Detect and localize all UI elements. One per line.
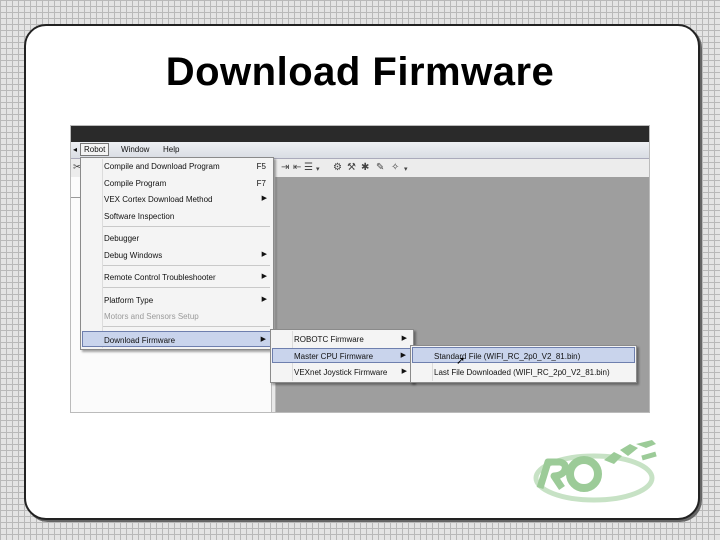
window-titlebar xyxy=(71,126,649,142)
align-left-icon[interactable]: ☰ xyxy=(304,162,313,173)
outdent-icon[interactable]: ⇤ xyxy=(293,162,301,173)
step-icon[interactable]: ⚒ xyxy=(347,162,356,173)
robot-menu: Compile and Download Program F5 Compile … xyxy=(80,157,274,350)
submenu-arrow-icon: ▶ xyxy=(261,296,267,303)
mouse-cursor-icon: ➚ xyxy=(456,355,466,367)
menu-edge-arrow-icon: ◂ xyxy=(73,145,78,154)
menu-item-master-cpu-firmware[interactable]: Master CPU Firmware ▶ xyxy=(272,348,412,363)
debug-icon[interactable]: ✱ xyxy=(361,162,369,173)
submenu-arrow-icon: ▶ xyxy=(400,352,406,359)
firmware-submenu: ROBOTC Firmware ▶ Master CPU Firmware ▶ … xyxy=(270,329,414,383)
menu-item-download-method[interactable]: VEX Cortex Download Method ▶ xyxy=(82,192,272,206)
menu-separator xyxy=(103,326,270,327)
menu-item-robotc-firmware[interactable]: ROBOTC Firmware ▶ xyxy=(272,332,412,346)
menu-separator xyxy=(103,287,270,288)
menu-item-debug-windows[interactable]: Debug Windows ▶ xyxy=(82,248,272,262)
menu-item-vexnet-joystick-firmware[interactable]: VEXnet Joystick Firmware ▶ xyxy=(272,365,412,379)
tools-icon[interactable]: ✎ xyxy=(376,162,384,173)
menu-robot[interactable]: Robot xyxy=(80,143,110,156)
submenu-arrow-icon: ▶ xyxy=(261,195,267,202)
submenu-arrow-icon: ▶ xyxy=(261,273,267,280)
menu-separator xyxy=(103,226,270,227)
menu-item-debugger[interactable]: Debugger xyxy=(82,231,272,245)
toolbar-dropdown-icon[interactable]: ▾ xyxy=(316,165,320,173)
run-icon[interactable]: ⚙ xyxy=(333,162,342,173)
menu-window[interactable]: Window xyxy=(121,145,149,154)
menu-item-motors-sensors-setup[interactable]: Motors and Sensors Setup xyxy=(82,309,272,323)
menu-separator xyxy=(103,265,270,266)
menu-item-download-firmware[interactable]: Download Firmware ▶ xyxy=(82,331,272,347)
slide-title: Download Firmware xyxy=(165,50,555,94)
submenu-arrow-icon: ▶ xyxy=(260,336,266,343)
menu-item-compile-download[interactable]: Compile and Download Program F5 xyxy=(82,159,272,173)
robot-logo xyxy=(522,438,677,506)
menu-help[interactable]: Help xyxy=(163,145,179,154)
master-cpu-submenu: Standard File (WIFI_RC_2p0_V2_81.bin) La… xyxy=(410,345,637,383)
menu-item-software-inspection[interactable]: Software Inspection xyxy=(82,209,272,223)
menu-item-last-file-downloaded[interactable]: Last File Downloaded (WIFI_RC_2p0_V2_81.… xyxy=(412,365,635,379)
menu-item-compile[interactable]: Compile Program F7 xyxy=(82,176,272,190)
menu-item-remote-troubleshooter[interactable]: Remote Control Troubleshooter ▶ xyxy=(82,270,272,284)
menu-item-platform-type[interactable]: Platform Type ▶ xyxy=(82,293,272,307)
toolbar-dropdown-icon-2[interactable]: ▾ xyxy=(404,165,408,173)
indent-icon[interactable]: ⇥ xyxy=(281,162,289,173)
menu-item-standard-file[interactable]: Standard File (WIFI_RC_2p0_V2_81.bin) xyxy=(412,347,635,363)
submenu-arrow-icon: ▶ xyxy=(401,368,407,375)
submenu-arrow-icon: ▶ xyxy=(401,335,407,342)
wrench-icon[interactable]: ✧ xyxy=(391,162,399,173)
submenu-arrow-icon: ▶ xyxy=(261,251,267,258)
